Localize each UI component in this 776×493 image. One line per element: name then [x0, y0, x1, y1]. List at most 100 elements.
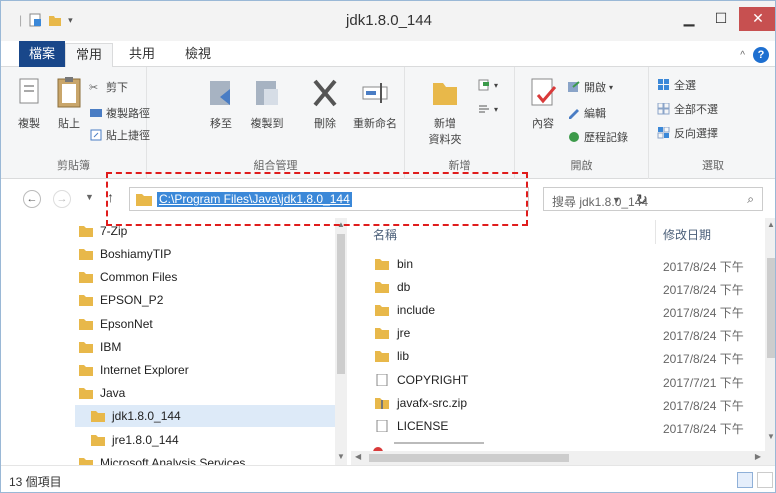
- paste-shortcut-label: 貼上捷徑: [106, 130, 150, 142]
- item-name: db: [397, 280, 411, 294]
- tree-item-selected[interactable]: jdk1.8.0_144: [75, 405, 347, 427]
- tree-item[interactable]: Microsoft Analysis Services: [79, 452, 245, 465]
- tab-home[interactable]: 常用: [65, 43, 114, 68]
- item-date: 2017/8/24 下午: [663, 422, 744, 436]
- column-name-header[interactable]: 名稱: [373, 226, 397, 243]
- item-date: 2017/8/24 下午: [663, 329, 744, 343]
- partial-list-item[interactable]: [373, 442, 493, 453]
- item-date: 2017/8/24 下午: [663, 260, 744, 274]
- properties-button[interactable]: 內容: [521, 75, 565, 131]
- maximize-button[interactable]: ☐: [705, 7, 737, 31]
- forward-button[interactable]: →: [53, 190, 71, 208]
- search-icon[interactable]: ⌕: [747, 192, 754, 207]
- tree-item[interactable]: Internet Explorer: [79, 359, 189, 381]
- scroll-right-icon[interactable]: ▶: [755, 452, 761, 461]
- nav-scroll-thumb[interactable]: [337, 234, 345, 374]
- tree-item[interactable]: BoshiamyTIP: [79, 243, 171, 265]
- scroll-up-icon[interactable]: ▲: [765, 220, 775, 229]
- folder-icon: [79, 458, 93, 465]
- folder-icon: [375, 328, 389, 339]
- easy-access-button[interactable]: ▾: [477, 103, 498, 115]
- tab-file[interactable]: 檔案: [19, 41, 66, 67]
- copy-to-icon: [256, 81, 278, 105]
- help-icon[interactable]: ?: [753, 47, 769, 63]
- tree-item[interactable]: EPSON_P2: [79, 289, 163, 311]
- large-icons-view-icon[interactable]: [757, 472, 773, 488]
- tree-item[interactable]: jre1.8.0_144: [91, 429, 179, 451]
- list-item[interactable]: db 2017/8/24 下午: [351, 277, 765, 300]
- horizontal-scrollbar[interactable]: ◀ ▶: [351, 451, 765, 465]
- list-scroll-thumb[interactable]: [767, 258, 775, 358]
- list-item[interactable]: bin 2017/8/24 下午: [351, 254, 765, 277]
- list-scrollbar[interactable]: ▲ ▼: [765, 218, 775, 465]
- tree-item[interactable]: EpsonNet: [79, 313, 153, 335]
- nav-scrollbar[interactable]: ▲ ▼: [335, 218, 347, 465]
- edit-button[interactable]: 編輯: [567, 105, 606, 121]
- list-item[interactable]: jre 2017/8/24 下午: [351, 323, 765, 346]
- list-item[interactable]: COPYRIGHT 2017/7/21 下午: [351, 370, 765, 393]
- history-label: 歷程記錄: [584, 132, 628, 144]
- tree-item-label: jdk1.8.0_144: [112, 409, 181, 423]
- delete-button[interactable]: 刪除: [303, 75, 347, 131]
- folder-icon: [79, 272, 93, 283]
- invert-selection-button[interactable]: 反向選擇: [657, 125, 718, 141]
- column-divider[interactable]: [655, 220, 656, 244]
- partial-item-text: [394, 442, 485, 444]
- move-to-icon: [210, 81, 230, 105]
- open-button[interactable]: 開啟 ▾: [567, 79, 613, 95]
- properties-check-icon: [531, 78, 557, 106]
- open-label: 開啟: [584, 82, 606, 94]
- close-button[interactable]: ✕: [739, 7, 775, 31]
- new-group-label: 新增: [448, 160, 471, 172]
- tree-item[interactable]: Common Files: [79, 266, 177, 288]
- list-item[interactable]: include 2017/8/24 下午: [351, 300, 765, 323]
- copy-to-button[interactable]: 複製到: [245, 75, 289, 131]
- file-icon: [376, 420, 388, 432]
- copy-button[interactable]: 複製: [7, 75, 51, 131]
- tree-item-label: BoshiamyTIP: [100, 247, 172, 261]
- rename-button[interactable]: 重新命名: [347, 75, 403, 131]
- copy-path-button[interactable]: 複製路徑: [89, 105, 150, 121]
- new-folder-button[interactable]: 新增 資料夾: [423, 75, 467, 147]
- copy-to-label: 複製到: [250, 118, 284, 130]
- ribbon-tabs: 檔案 常用 共用 檢視 ^ ?: [1, 41, 775, 68]
- scroll-left-icon[interactable]: ◀: [355, 452, 361, 461]
- cut-button[interactable]: ✂ 剪下: [89, 79, 128, 95]
- history-button[interactable]: 歷程記錄: [567, 129, 628, 145]
- details-view-icon[interactable]: [737, 472, 753, 488]
- move-to-button[interactable]: 移至: [199, 75, 243, 131]
- select-none-button[interactable]: 全部不選: [657, 101, 718, 117]
- paste-shortcut-button[interactable]: 貼上捷徑: [89, 127, 150, 143]
- file-list-pane: 名稱 修改日期 bin 2017/8/24 下午 db 2017/8/24 下午…: [351, 218, 775, 465]
- tree-item[interactable]: IBM: [79, 336, 121, 358]
- item-name: include: [397, 303, 436, 317]
- tree-item[interactable]: Java: [79, 382, 125, 404]
- paste-button[interactable]: 貼上: [47, 75, 91, 131]
- tree-item-label: IBM: [100, 340, 122, 354]
- select-all-button[interactable]: 全選: [657, 77, 696, 93]
- minimize-button[interactable]: ▁: [673, 7, 705, 31]
- scroll-down-icon[interactable]: ▼: [335, 452, 347, 461]
- item-name: lib: [397, 349, 410, 363]
- tree-item-label: Internet Explorer: [100, 363, 189, 377]
- move-to-label: 移至: [210, 118, 232, 130]
- new-folder-label-1: 新增: [434, 118, 456, 130]
- scroll-down-icon[interactable]: ▼: [765, 432, 775, 441]
- tab-share[interactable]: 共用: [119, 41, 165, 67]
- search-box[interactable]: 搜尋 jdk1.8.0_144 ⌕: [543, 187, 763, 211]
- tab-view[interactable]: 檢視: [175, 41, 221, 67]
- recent-locations-icon[interactable]: ▼: [85, 192, 94, 202]
- tree-item-label: jre1.8.0_144: [112, 433, 179, 447]
- edit-label: 編輯: [584, 108, 606, 120]
- list-item[interactable]: javafx-src.zip 2017/8/24 下午: [351, 393, 765, 416]
- tree-item-label: EpsonNet: [100, 317, 153, 331]
- list-item[interactable]: lib 2017/8/24 下午: [351, 346, 765, 369]
- dropdown-arrow-icon: ▾: [609, 82, 614, 92]
- column-date-header[interactable]: 修改日期: [663, 226, 711, 243]
- collapse-ribbon-icon[interactable]: ^: [740, 50, 745, 61]
- horizontal-scroll-thumb[interactable]: [369, 454, 569, 462]
- new-item-button[interactable]: ▾: [477, 79, 498, 91]
- back-button[interactable]: ←: [23, 190, 41, 208]
- list-item[interactable]: LICENSE 2017/8/24 下午: [351, 416, 765, 439]
- select-group-label: 選取: [702, 160, 724, 172]
